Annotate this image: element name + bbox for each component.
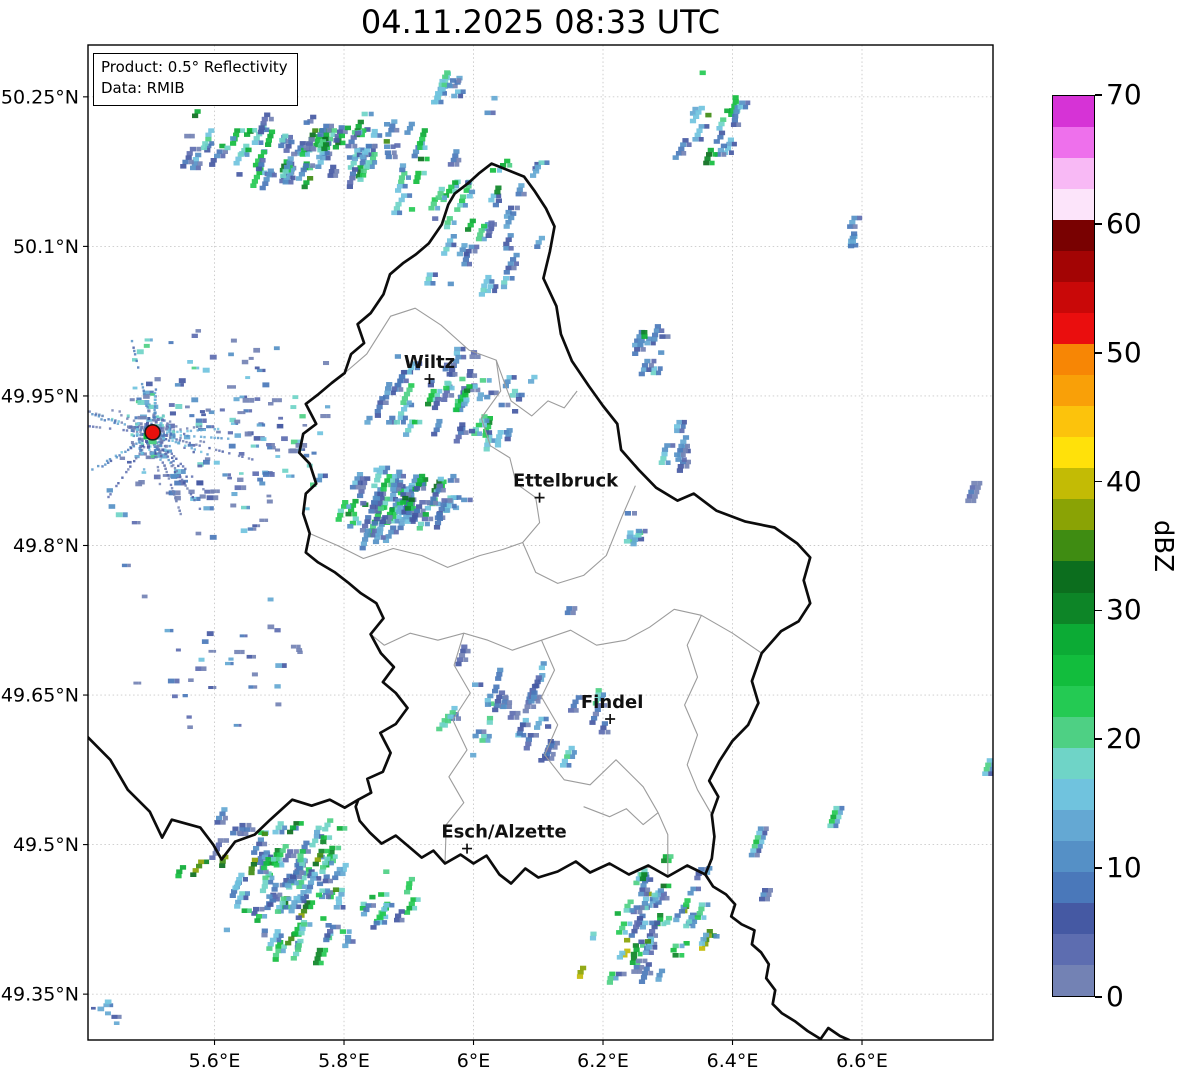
- colorbar-tick-mark: [1095, 738, 1102, 741]
- colorbar-segment: [1053, 530, 1094, 562]
- radar-map: 5.6°E 5.8°E 6°E 6.2°E 6.4°E 6.6°E 50.25°N 50.1°…: [1, 44, 994, 1072]
- colorbar-tick-label: 0: [1106, 980, 1124, 1013]
- y-tick-label: 49.35°N: [1, 984, 79, 1006]
- colorbar-tick-mark: [1095, 996, 1102, 998]
- border-france-germany: [703, 873, 851, 1040]
- colorbar-axis-label: dBZ: [1148, 519, 1178, 573]
- x-tick-label: 6°E: [457, 1050, 491, 1072]
- colorbar-tick-label: 40: [1106, 464, 1142, 498]
- product-info-box: Product: 0.5° Reflectivity Data: RMIB: [93, 53, 298, 106]
- city-label: Ettelbruck: [513, 471, 619, 492]
- borders-layer: [88, 162, 851, 1040]
- colorbar-segment: [1053, 344, 1094, 376]
- colorbar-segment: [1053, 902, 1094, 934]
- colorbar-segment: [1053, 468, 1094, 500]
- canton-boundary: [583, 806, 659, 826]
- colorbar-segment: [1053, 158, 1094, 190]
- colorbar-segment: [1053, 778, 1094, 810]
- y-tick-label: 49.8°N: [13, 535, 79, 557]
- colorbar-tick-label: 60: [1106, 206, 1142, 240]
- city-marker: [462, 843, 473, 854]
- colorbar-segment: [1053, 592, 1094, 624]
- colorbar-segment: [1053, 871, 1094, 903]
- y-tick-label: 49.95°N: [1, 385, 79, 407]
- colorbar-tick-label: 10: [1106, 851, 1142, 885]
- radar-site-marker: [144, 424, 161, 441]
- colorbar-segment: [1053, 406, 1094, 438]
- radar-figure: 04.11.2025 08:33 UTC 5.6°E 5.8°E 6°E 6.2°E 6…: [0, 0, 1184, 1081]
- colorbar-segment: [1053, 96, 1094, 128]
- city-label: Findel: [581, 692, 644, 713]
- y-tick-label: 49.5°N: [13, 834, 79, 856]
- colorbar-segment: [1053, 282, 1094, 314]
- colorbar-segment: [1053, 809, 1094, 841]
- colorbar-segment: [1053, 375, 1094, 407]
- axis-layer: 5.6°E 5.8°E 6°E 6.2°E 6.4°E 6.6°E 50.25°N 50.1°…: [1, 86, 888, 1072]
- colorbar-segment: [1053, 313, 1094, 345]
- colorbar-tick-mark: [1095, 867, 1102, 870]
- x-tick-label: 5.6°E: [189, 1050, 241, 1072]
- colorbar-segment: [1053, 685, 1094, 717]
- colorbar-tick-mark: [1095, 223, 1102, 225]
- colorbar-tick-mark: [1095, 94, 1102, 96]
- data-source-line: Data: RMIB: [101, 79, 185, 98]
- colorbar-tick-mark: [1095, 609, 1102, 612]
- colorbar-segment: [1053, 561, 1094, 593]
- x-tick-label: 6.4°E: [707, 1050, 759, 1072]
- colorbar-segment: [1053, 716, 1094, 748]
- cities-layer: Wiltz Ettelbruck Findel Esch/Alzette: [144, 352, 644, 854]
- y-tick-label: 49.65°N: [1, 685, 79, 707]
- colorbar-segment: [1053, 251, 1094, 283]
- colorbar-segment: [1053, 437, 1094, 469]
- grid-layer: [88, 45, 993, 1040]
- colorbar-tick-label: 20: [1106, 722, 1142, 756]
- colorbar-segment: [1053, 623, 1094, 655]
- colorbar-tick-label: 70: [1106, 78, 1142, 111]
- x-tick-label: 6.6°E: [836, 1050, 888, 1072]
- x-tick-label: 5.8°E: [318, 1050, 370, 1072]
- colorbar-segment: [1053, 964, 1094, 996]
- y-tick-label: 50.25°N: [1, 86, 79, 108]
- canton-boundary: [370, 608, 763, 654]
- product-line: Product: 0.5° Reflectivity: [101, 58, 288, 76]
- canton-boundary: [684, 615, 713, 815]
- colorbar-segment: [1053, 840, 1094, 872]
- colorbar-segment: [1053, 654, 1094, 686]
- x-tick-label: 6.2°E: [577, 1050, 629, 1072]
- city-label: Wiltz: [404, 352, 455, 373]
- plot-frame: [87, 44, 994, 1041]
- colorbar-segment: [1053, 127, 1094, 159]
- colorbar-tick-mark: [1095, 351, 1102, 354]
- colorbar-tick-label: 30: [1106, 593, 1142, 627]
- colorbar-tick-label: 50: [1106, 335, 1142, 369]
- canton-boundary: [309, 532, 523, 568]
- city-label: Esch/Alzette: [441, 822, 566, 843]
- colorbar-segment: [1053, 933, 1094, 965]
- colorbar-segment: [1053, 189, 1094, 221]
- y-tick-label: 50.1°N: [13, 236, 79, 258]
- colorbar: [1052, 95, 1095, 997]
- colorbar-segment: [1053, 220, 1094, 252]
- radar-echo-layer: [88, 70, 993, 1025]
- colorbar-tick-mark: [1095, 480, 1102, 483]
- colorbar-segment: [1053, 747, 1094, 779]
- colorbar-segment: [1053, 499, 1094, 531]
